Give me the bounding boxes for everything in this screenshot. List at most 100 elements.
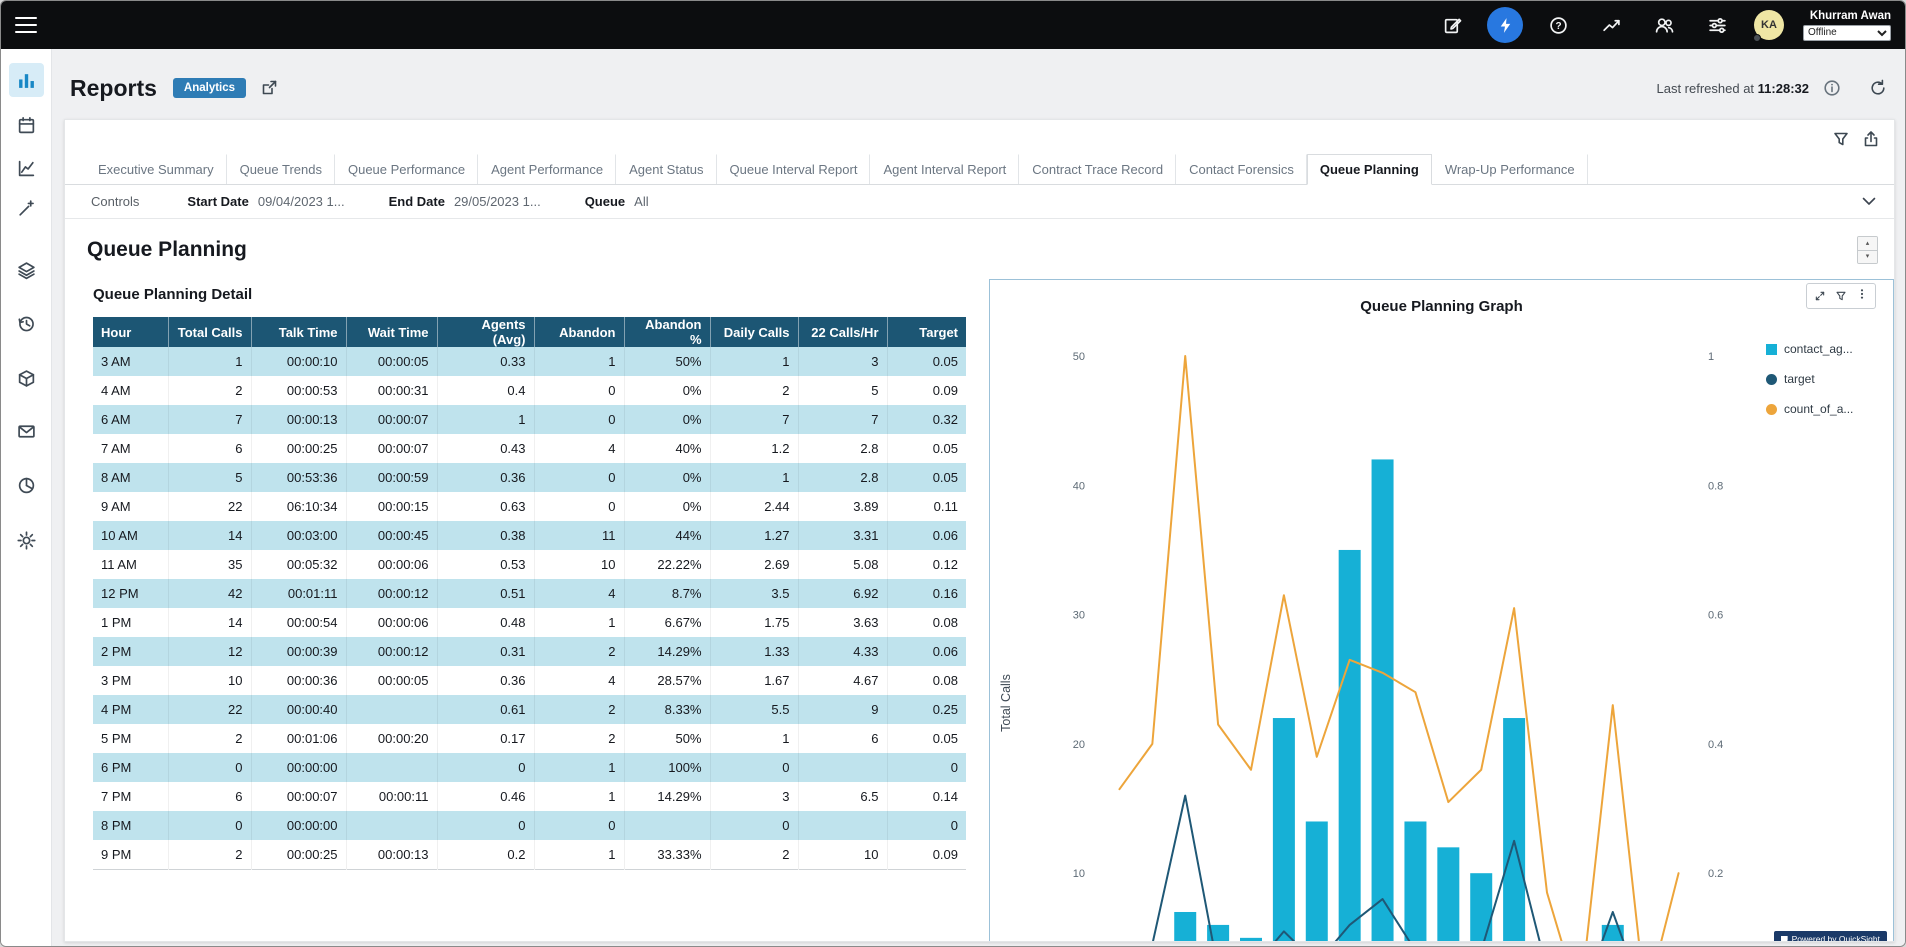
tab-queue-performance[interactable]: Queue Performance [335, 154, 478, 184]
table-cell: 0.05 [887, 463, 966, 492]
control-end-date[interactable]: End Date29/05/2023 1... [389, 194, 541, 209]
table-cell: 6.92 [798, 579, 887, 608]
expand-icon[interactable] [1814, 290, 1826, 302]
compose-icon[interactable] [1442, 15, 1462, 35]
control-value[interactable]: 29/05/2023 1... [454, 194, 541, 209]
column-header-wait-time[interactable]: Wait Time [346, 317, 437, 347]
bar-2-pm[interactable] [1437, 847, 1459, 942]
scroll-spinner: ▴ ▾ [1857, 236, 1878, 264]
scroll-up-button[interactable]: ▴ [1858, 237, 1877, 251]
table-cell: 06:10:34 [251, 492, 346, 521]
table-row-9-am: 9 AM2206:10:3400:00:150.6300%2.443.890.1… [93, 492, 966, 521]
info-icon[interactable] [1823, 79, 1841, 97]
sliders-icon[interactable] [1707, 15, 1727, 35]
table-cell: 0 [534, 405, 624, 434]
tab-contact-forensics[interactable]: Contact Forensics [1176, 154, 1307, 184]
column-header-abandon[interactable]: Abandon % [624, 317, 710, 347]
tab-wrap-up-performance[interactable]: Wrap-Up Performance [1432, 154, 1588, 184]
sidebar-item-schedule[interactable] [9, 108, 44, 142]
main-content: Reports Analytics Last refreshed at 11:2… [52, 49, 1905, 946]
scroll-down-button[interactable]: ▾ [1858, 251, 1877, 264]
presence-select[interactable]: Offline [1803, 25, 1891, 41]
bar-1-pm[interactable] [1404, 821, 1426, 942]
column-header-abandon[interactable]: Abandon [534, 317, 624, 347]
bar-11-am[interactable] [1339, 550, 1361, 942]
sidebar-item-layers[interactable] [9, 253, 44, 287]
table-row-8-pm: 8 PM000:00:000000 [93, 811, 966, 840]
table-cell: 5 PM [93, 724, 168, 753]
sidebar-item-history[interactable] [9, 306, 44, 340]
hamburger-menu-icon[interactable] [15, 17, 37, 33]
dashboard-card: Executive SummaryQueue TrendsQueue Perfo… [64, 119, 1895, 942]
lightning-icon[interactable] [1495, 15, 1515, 35]
tab-agent-interval-report[interactable]: Agent Interval Report [870, 154, 1019, 184]
bar-8-am[interactable] [1240, 938, 1262, 942]
tab-contract-trace-record[interactable]: Contract Trace Record [1019, 154, 1176, 184]
column-header-total-calls[interactable]: Total Calls [168, 317, 251, 347]
analytics-badge[interactable]: Analytics [173, 78, 246, 98]
column-header-target[interactable]: Target [887, 317, 966, 347]
kebab-menu-icon[interactable] [1856, 287, 1868, 305]
table-cell: 0.38 [437, 521, 534, 550]
powered-by-badge[interactable]: Powered by QuickSight [1774, 931, 1887, 942]
table-cell: 100% [624, 753, 710, 782]
export-icon[interactable] [1862, 130, 1880, 148]
line-count-of-a[interactable] [1119, 356, 1678, 942]
bar-4-pm[interactable] [1503, 718, 1525, 942]
bar-10-am[interactable] [1306, 821, 1328, 942]
table-cell: 0.05 [887, 724, 966, 753]
control-start-date[interactable]: Start Date09/04/2023 1... [187, 194, 344, 209]
layers-icon [17, 261, 36, 280]
tab-queue-interval-report[interactable]: Queue Interval Report [717, 154, 871, 184]
tab-executive-summary[interactable]: Executive Summary [85, 154, 227, 184]
column-header-talk-time[interactable]: Talk Time [251, 317, 346, 347]
sidebar-item-reports[interactable] [9, 63, 44, 97]
control-value[interactable]: All [634, 194, 648, 209]
table-cell: 33.33% [624, 840, 710, 869]
help-icon[interactable]: ? [1548, 15, 1568, 35]
bar-3-pm[interactable] [1470, 873, 1492, 942]
table-cell: 2 [710, 376, 798, 405]
bar-12-pm[interactable] [1372, 459, 1394, 942]
column-header-daily-calls[interactable]: Daily Calls [710, 317, 798, 347]
column-header-agents-avg[interactable]: Agents (Avg) [437, 317, 534, 347]
external-link-icon[interactable] [260, 79, 278, 97]
tab-agent-status[interactable]: Agent Status [616, 154, 716, 184]
column-header-hour[interactable]: Hour [93, 317, 168, 347]
table-cell: 0 [168, 811, 251, 840]
tab-queue-planning[interactable]: Queue Planning [1307, 154, 1432, 185]
legend-item-target[interactable]: target [1766, 372, 1853, 386]
tab-agent-performance[interactable]: Agent Performance [478, 154, 616, 184]
table-cell: 1 [534, 840, 624, 869]
sidebar-item-package[interactable] [9, 361, 44, 395]
tab-queue-trends[interactable]: Queue Trends [227, 154, 335, 184]
filter-icon[interactable] [1832, 130, 1850, 148]
table-cell: 7 [168, 405, 251, 434]
table-cell: 4 [534, 434, 624, 463]
sidebar-item-usage[interactable] [9, 468, 44, 502]
control-value[interactable]: 09/04/2023 1... [258, 194, 345, 209]
legend-item-contact-ag[interactable]: contact_ag... [1766, 342, 1853, 356]
sidebar-item-analytics[interactable] [9, 151, 44, 185]
svg-text:?: ? [1555, 20, 1561, 31]
chevron-down-icon[interactable] [1862, 197, 1876, 207]
table-cell: 1 [534, 347, 624, 376]
bar-9-am[interactable] [1273, 718, 1295, 942]
sidebar-item-tools[interactable] [9, 191, 44, 225]
bar-6-am[interactable] [1174, 912, 1196, 942]
sidebar-item-mail[interactable] [9, 414, 44, 448]
filter-icon[interactable] [1835, 290, 1847, 302]
sidebar-item-settings[interactable] [9, 523, 44, 557]
column-header-22-calls-hr[interactable]: 22 Calls/Hr [798, 317, 887, 347]
combo-chart[interactable]: 10203040500.20.40.60.81Total Calls [990, 280, 1894, 942]
table-cell: 0.09 [887, 376, 966, 405]
table-cell: 00:00:15 [346, 492, 437, 521]
trend-icon[interactable] [1601, 15, 1621, 35]
table-row-7-pm: 7 PM600:00:0700:00:110.46114.29%36.50.14 [93, 782, 966, 811]
refresh-icon[interactable] [1869, 79, 1887, 97]
control-queue[interactable]: QueueAll [585, 194, 649, 209]
table-cell: 00:05:32 [251, 550, 346, 579]
legend-item-count-of-a[interactable]: count_of_a... [1766, 402, 1853, 416]
table-cell: 00:00:39 [251, 637, 346, 666]
users-icon[interactable] [1654, 15, 1674, 35]
